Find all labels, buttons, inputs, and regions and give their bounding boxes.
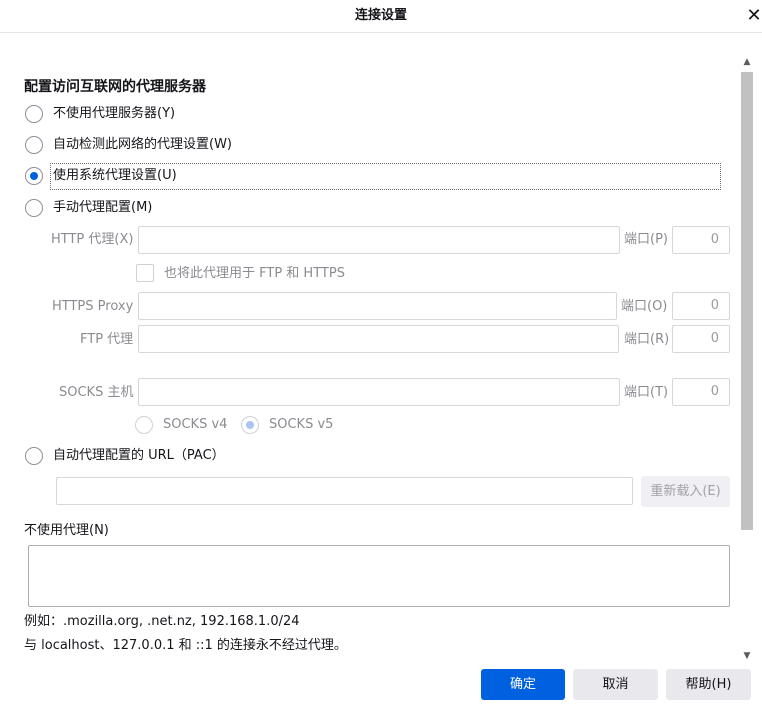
no-proxy-example: 例如：.mozilla.org, .net.nz, 192.168.1.0/24	[24, 614, 300, 629]
ftp-port-input[interactable]: 0	[672, 325, 730, 353]
close-icon[interactable]: ✕	[746, 6, 762, 26]
section-title: 配置访问互联网的代理服务器	[24, 79, 206, 95]
no-proxy-textarea[interactable]	[28, 545, 730, 607]
ftp-proxy-label: FTP 代理	[80, 332, 134, 347]
radio-auto-detect[interactable]	[25, 136, 43, 154]
radio-no-proxy-label[interactable]: 不使用代理服务器(Y)	[53, 105, 175, 123]
scroll-up-arrow-icon[interactable]: ▲	[740, 55, 754, 69]
radio-no-proxy[interactable]	[25, 105, 43, 123]
https-port-input[interactable]: 0	[672, 292, 730, 320]
http-proxy-input[interactable]	[138, 226, 620, 254]
http-proxy-label: HTTP 代理(X)	[51, 232, 134, 247]
socks-host-input[interactable]	[138, 378, 620, 406]
radio-manual-proxy[interactable]	[25, 199, 43, 217]
also-use-proxy-checkbox[interactable]	[136, 264, 154, 282]
radio-auto-detect-label[interactable]: 自动检测此网络的代理设置(W)	[53, 136, 232, 154]
also-use-proxy-label: 也将此代理用于 FTP 和 HTTPS	[164, 266, 345, 281]
socks-port-input[interactable]: 0	[672, 378, 730, 406]
https-proxy-label: HTTPS Proxy	[52, 299, 134, 314]
socks-v4-label: SOCKS v4	[163, 417, 228, 432]
scroll-down-arrow-icon[interactable]: ▼	[740, 649, 754, 663]
ftp-port-label: 端口(R)	[624, 332, 670, 347]
radio-socks-v5[interactable]	[241, 416, 259, 434]
help-button[interactable]: 帮助(H)	[666, 669, 751, 700]
pac-url-input[interactable]	[56, 477, 633, 505]
cancel-button[interactable]: 取消	[573, 669, 658, 700]
dialog-title: 连接设置	[354, 8, 407, 23]
radio-system-proxy[interactable]	[25, 167, 43, 185]
ok-button[interactable]: 确定	[481, 669, 565, 700]
radio-manual-proxy-label[interactable]: 手动代理配置(M)	[53, 199, 152, 217]
socks-port-label: 端口(T)	[624, 385, 669, 400]
https-proxy-input[interactable]	[138, 292, 617, 320]
no-proxy-label: 不使用代理(N)	[24, 523, 109, 538]
localhost-note: 与 localhost、127.0.0.1 和 ::1 的连接永不经过代理。	[24, 638, 347, 653]
socks-v5-label: SOCKS v5	[269, 417, 334, 432]
scrollbar-thumb[interactable]	[741, 72, 753, 530]
radio-system-proxy-label[interactable]: 使用系统代理设置(U)	[53, 167, 177, 185]
reload-pac-button[interactable]: 重新载入(E)	[641, 476, 730, 507]
https-port-label: 端口(O)	[621, 299, 668, 314]
socks-host-label: SOCKS 主机	[59, 385, 134, 400]
ftp-proxy-input[interactable]	[138, 325, 619, 353]
http-port-label: 端口(P)	[624, 232, 668, 247]
http-port-input[interactable]: 0	[672, 226, 730, 254]
radio-pac-url[interactable]	[25, 447, 43, 465]
pac-url-label[interactable]: 自动代理配置的 URL（PAC）	[53, 447, 225, 465]
radio-socks-v4[interactable]	[135, 416, 153, 434]
